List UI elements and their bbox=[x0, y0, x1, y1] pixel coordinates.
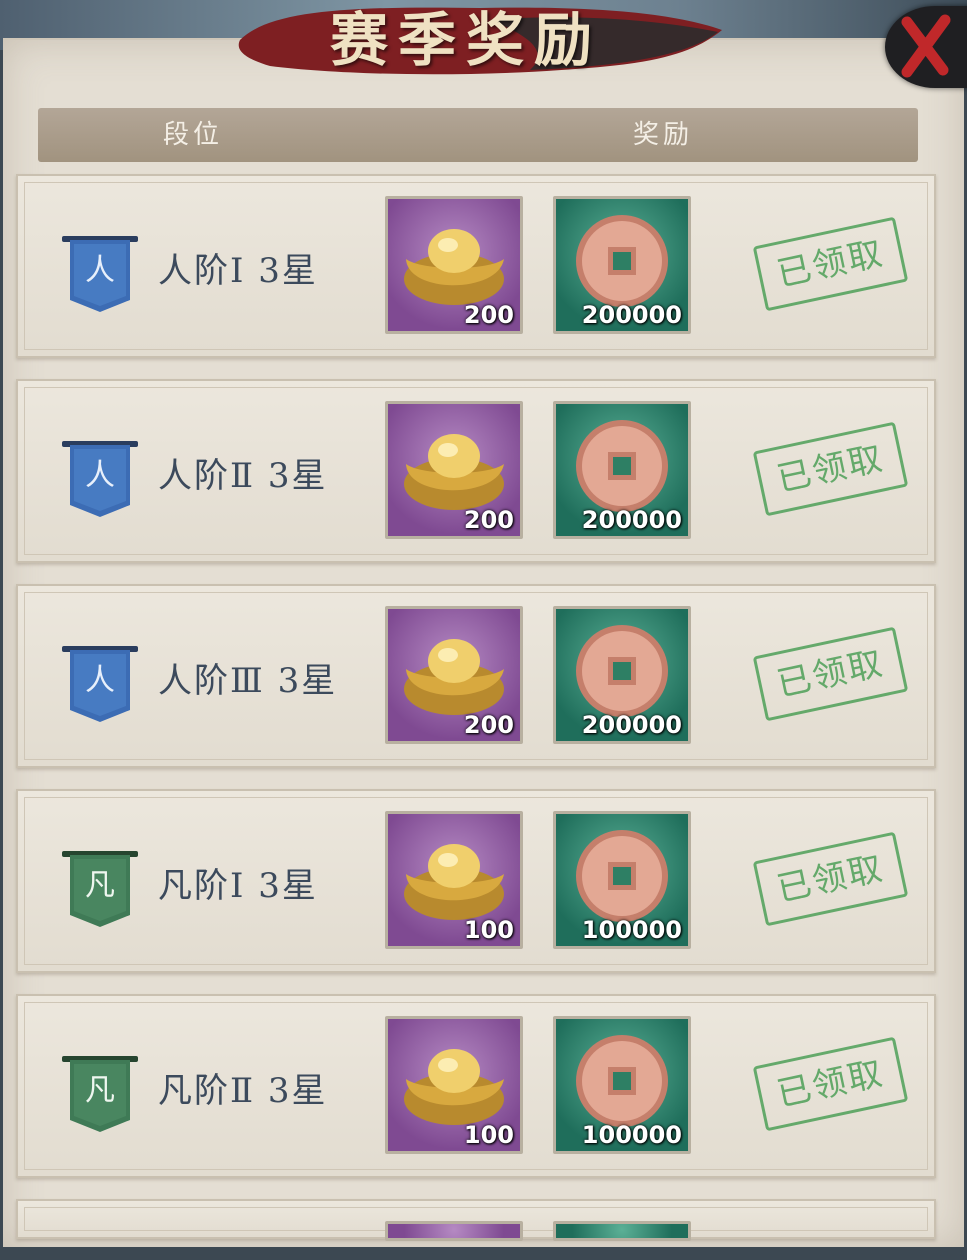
coin-reward-slot[interactable]: 200000 bbox=[553, 196, 691, 334]
coin-quantity: 100000 bbox=[581, 916, 682, 944]
gold-reward-slot[interactable]: 100 bbox=[385, 1016, 523, 1154]
coin-reward-slot[interactable]: 100000 bbox=[553, 811, 691, 949]
reward-row: 凡 凡阶Ⅰ 3星 100 100000 已领取 bbox=[16, 789, 936, 973]
tier-char: 凡 bbox=[85, 1073, 115, 1108]
gold-quantity: 100 bbox=[463, 916, 514, 944]
page-title: 赛季奖励 bbox=[330, 6, 603, 74]
rank-label: 凡阶Ⅱ 3星 bbox=[158, 1071, 328, 1111]
fan-banner-icon: 凡 bbox=[62, 851, 138, 927]
table-header: 段位 奖励 bbox=[38, 108, 918, 162]
reward-row-partial bbox=[16, 1199, 936, 1241]
claimed-stamp: 已领取 bbox=[752, 1036, 909, 1132]
claimed-stamp: 已领取 bbox=[752, 421, 909, 517]
reward-row: 凡 凡阶Ⅱ 3星 100 100000 已领取 bbox=[16, 994, 936, 1178]
close-x-icon bbox=[901, 14, 951, 78]
gold-reward-slot[interactable]: 200 bbox=[385, 606, 523, 744]
gold-reward-slot[interactable]: 200 bbox=[385, 401, 523, 539]
tier-char: 凡 bbox=[85, 868, 115, 903]
gold-quantity: 200 bbox=[463, 711, 514, 739]
rank-label: 人阶Ⅱ 3星 bbox=[158, 456, 328, 496]
ren-banner-icon: 人 bbox=[62, 646, 138, 722]
claimed-stamp: 已领取 bbox=[752, 626, 909, 722]
ren-banner-icon: 人 bbox=[62, 441, 138, 517]
rank-label: 人阶Ⅰ 3星 bbox=[158, 251, 318, 291]
reward-column-header: 奖励 bbox=[633, 120, 694, 150]
tier-char: 人 bbox=[85, 663, 115, 698]
gold-reward-slot[interactable]: 200 bbox=[385, 196, 523, 334]
ren-banner-icon: 人 bbox=[62, 236, 138, 312]
close-button[interactable] bbox=[885, 6, 967, 88]
gold-reward-slot-partial[interactable] bbox=[385, 1221, 523, 1241]
reward-row: 人 人阶Ⅲ 3星 200 200000 已领取 bbox=[16, 584, 936, 768]
gold-quantity: 100 bbox=[463, 1121, 514, 1149]
reward-row: 人 人阶Ⅰ 3星 200 200000 已领取 bbox=[16, 174, 936, 358]
fan-banner-icon: 凡 bbox=[62, 1056, 138, 1132]
gold-quantity: 200 bbox=[463, 301, 514, 329]
tier-char: 人 bbox=[85, 253, 115, 288]
coin-quantity: 100000 bbox=[581, 1121, 682, 1149]
reward-row: 人 人阶Ⅱ 3星 200 200000 已领取 bbox=[16, 379, 936, 563]
coin-reward-slot[interactable]: 200000 bbox=[553, 401, 691, 539]
coin-quantity: 200000 bbox=[581, 301, 682, 329]
claimed-stamp: 已领取 bbox=[752, 216, 909, 312]
rank-label: 凡阶Ⅰ 3星 bbox=[158, 866, 318, 906]
coin-quantity: 200000 bbox=[581, 711, 682, 739]
tier-char: 人 bbox=[85, 458, 115, 493]
coin-reward-slot[interactable]: 200000 bbox=[553, 606, 691, 744]
gold-reward-slot[interactable]: 100 bbox=[385, 811, 523, 949]
rank-column-header: 段位 bbox=[163, 120, 224, 150]
coin-quantity: 200000 bbox=[581, 506, 682, 534]
claimed-stamp: 已领取 bbox=[752, 831, 909, 927]
gold-quantity: 200 bbox=[463, 506, 514, 534]
coin-reward-slot-partial[interactable] bbox=[553, 1221, 691, 1241]
rank-label: 人阶Ⅲ 3星 bbox=[158, 661, 338, 701]
coin-reward-slot[interactable]: 100000 bbox=[553, 1016, 691, 1154]
reward-list[interactable]: 人 人阶Ⅰ 3星 200 200000 已领取 人 人阶Ⅱ 3星 200 200… bbox=[16, 174, 936, 1260]
